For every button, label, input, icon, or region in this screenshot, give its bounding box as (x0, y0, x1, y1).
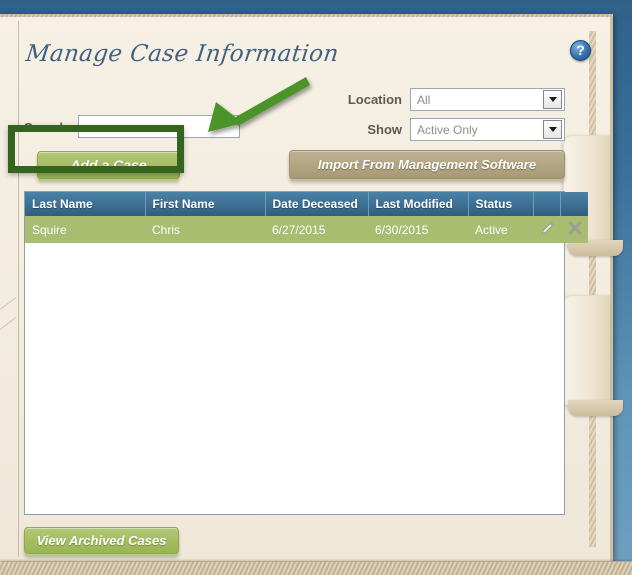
column-header-date-deceased[interactable]: Date Deceased (265, 192, 369, 216)
search-input[interactable] (78, 115, 240, 138)
cell-delete[interactable] (560, 216, 588, 243)
import-from-management-software-button[interactable]: Import From Management Software (289, 150, 565, 179)
chevron-down-icon[interactable] (543, 120, 562, 139)
cell-edit[interactable] (533, 216, 560, 243)
folder-spine (589, 31, 596, 547)
column-header-edit (533, 192, 561, 216)
cell-last-modified: 6/30/2015 (368, 216, 468, 243)
case-table: Last Name First Name Date Deceased Last … (25, 192, 588, 243)
cell-status: Active (468, 216, 533, 243)
table-header-row: Last Name First Name Date Deceased Last … (25, 192, 588, 216)
search-label: Search (24, 120, 68, 135)
delete-x-icon[interactable] (567, 220, 583, 236)
location-select[interactable]: All (410, 88, 565, 111)
folder-tab-lower[interactable] (563, 295, 623, 416)
page-title: Manage Case Information (24, 41, 341, 67)
cell-date-deceased: 6/27/2015 (265, 216, 368, 243)
location-label: Location (347, 92, 402, 107)
column-header-last-modified[interactable]: Last Modified (368, 192, 469, 216)
column-header-delete (560, 192, 588, 216)
table-row[interactable]: Squire Chris 6/27/2015 6/30/2015 Active (25, 216, 588, 243)
content-area: Manage Case Information ? Search Locatio… (19, 17, 591, 561)
case-table-header: Last Name First Name Date Deceased Last … (25, 192, 588, 216)
case-grid: Last Name First Name Date Deceased Last … (24, 191, 588, 515)
show-select-value: Active Only (417, 122, 478, 137)
column-header-last-name[interactable]: Last Name (25, 192, 146, 216)
cell-last-name: Squire (25, 216, 145, 243)
cell-first-name: Chris (145, 216, 265, 243)
view-archived-cases-button[interactable]: View Archived Cases (24, 527, 179, 554)
application-window: Manage Case Information ? Search Locatio… (0, 14, 623, 561)
help-icon[interactable]: ? (570, 40, 591, 61)
paper-fold-line (0, 297, 17, 310)
show-select[interactable]: Active Only (410, 118, 565, 141)
paper-background: Manage Case Information ? Search Locatio… (0, 17, 623, 561)
location-select-value: All (417, 92, 431, 107)
case-table-body: Squire Chris 6/27/2015 6/30/2015 Active (25, 216, 588, 243)
paper-fold-line (0, 317, 17, 330)
column-header-status[interactable]: Status (468, 192, 534, 216)
column-header-first-name[interactable]: First Name (145, 192, 266, 216)
show-label: Show (367, 122, 402, 137)
chevron-down-icon[interactable] (543, 90, 562, 109)
pencil-icon[interactable] (540, 221, 555, 236)
add-case-button[interactable]: Add a Case (37, 151, 180, 179)
window-bottom-trim (0, 561, 632, 575)
